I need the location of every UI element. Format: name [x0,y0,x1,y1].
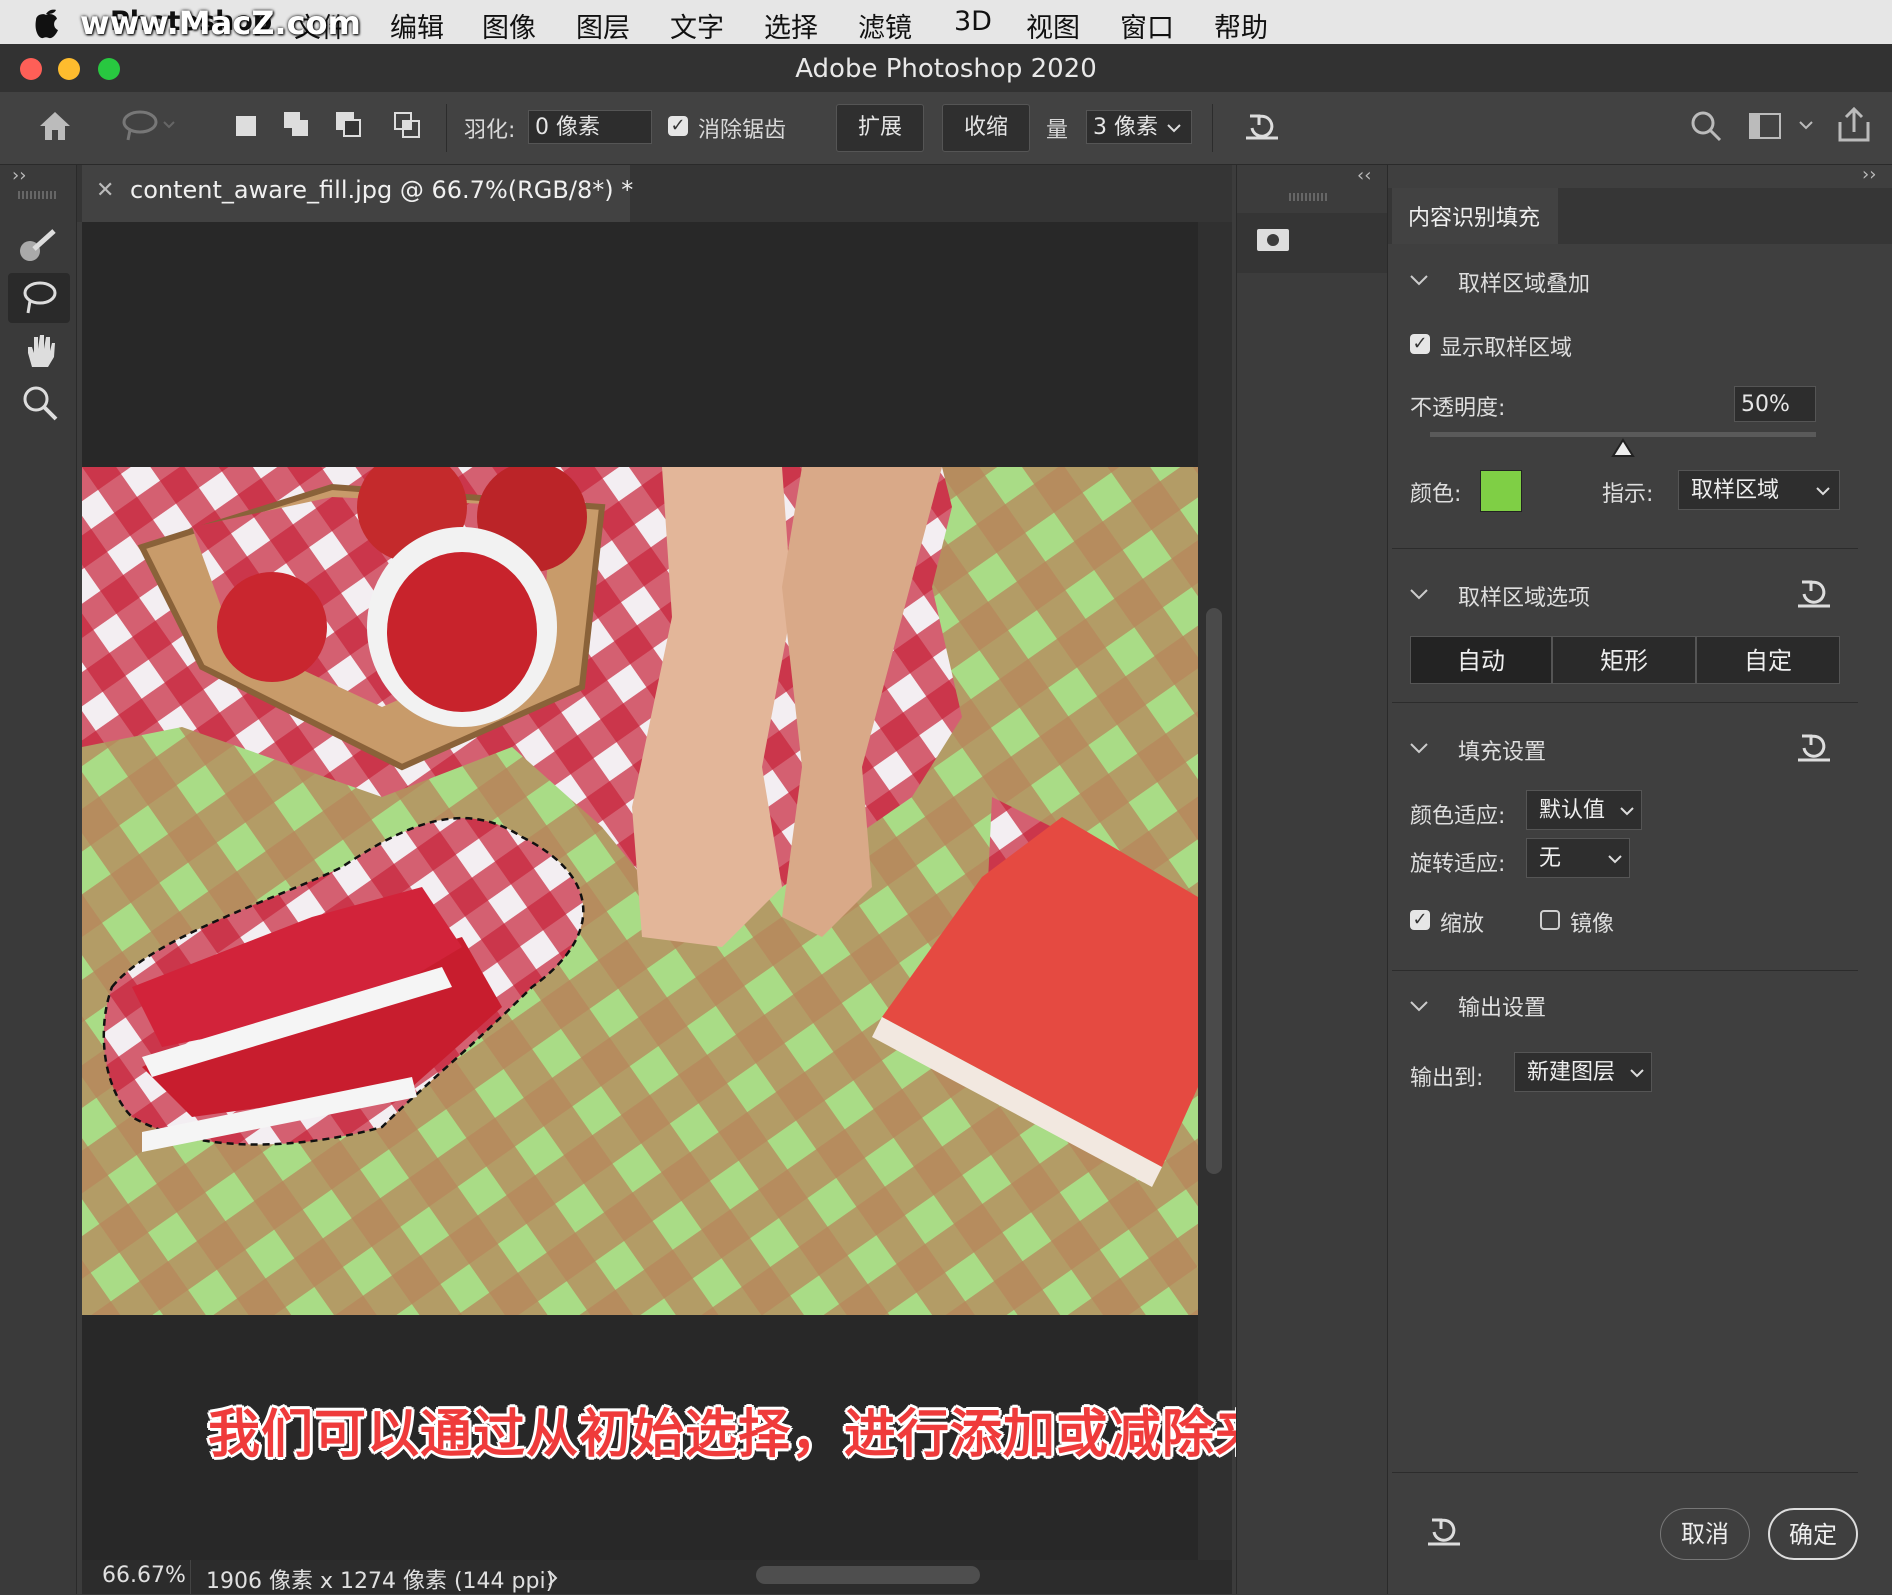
menu-type[interactable]: 文字 [670,6,724,45]
menu-view[interactable]: 视图 [1026,6,1080,45]
chevron-down-icon [1816,487,1830,496]
rotation-adaptation-label: 旋转适应: [1410,852,1506,877]
reset-icon[interactable] [1796,730,1832,764]
feather-label: 羽化: [464,118,516,143]
expand-button[interactable]: 扩展 [836,104,924,152]
tools-panel: ›› [0,165,77,1594]
contract-button[interactable]: 收缩 [942,104,1030,152]
menu-help[interactable]: 帮助 [1214,6,1268,45]
divider [1212,104,1213,152]
chevron-down-icon[interactable] [1408,584,1430,604]
opacity-slider-track[interactable] [1430,432,1816,437]
menu-filter[interactable]: 滤镜 [858,6,912,45]
hand-tool-icon[interactable] [20,331,60,371]
content-aware-fill-panel [1388,165,1892,1594]
chevron-down-icon[interactable] [1164,118,1184,138]
document-info: 1906 像素 x 1274 像素 (144 ppi) [206,1569,555,1594]
sampling-options-title[interactable]: 取样区域选项 [1458,580,1590,612]
chevron-down-icon [1620,807,1634,816]
seg-auto-button[interactable]: 自动 [1410,636,1552,684]
antialias-checkbox[interactable]: ✓ [668,116,688,136]
brush-tool-icon[interactable] [16,225,60,269]
divider [446,104,447,152]
panel-grip[interactable] [18,191,58,199]
collapse-toolbar-icon[interactable]: ›› [12,165,26,186]
reset-icon[interactable] [1796,576,1832,610]
divider [1392,970,1858,971]
opacity-input[interactable]: 50% [1734,386,1816,422]
intersect-selection-icon[interactable] [392,110,424,142]
antialias-label: 消除锯齿 [698,118,787,143]
feather-input[interactable]: 0 像素 [528,110,652,144]
cancel-button[interactable]: 取消 [1660,1508,1750,1560]
chevron-right-icon[interactable] [546,1568,560,1588]
divider [1392,702,1858,703]
zoom-level[interactable]: 66.67% [102,1563,186,1588]
chevron-down-icon [1630,1069,1644,1078]
lasso-tool-preset-icon[interactable] [120,108,180,144]
scale-checkbox[interactable]: ✓ [1410,910,1430,930]
new-selection-icon[interactable] [236,116,256,136]
window-title: Adobe Photoshop 2020 [795,54,1097,84]
vertical-scroll-thumb[interactable] [1206,608,1222,1174]
status-bar: 66.67% 1906 像素 x 1274 像素 (144 ppi) [82,1560,1232,1594]
color-label: 颜色: [1410,482,1462,507]
menu-select[interactable]: 选择 [764,6,818,45]
show-sampling-label: 显示取样区域 [1440,336,1573,361]
opacity-label: 不透明度: [1410,396,1506,421]
overlay-section-title[interactable]: 取样区域叠加 [1458,266,1590,298]
panel-grip[interactable] [1289,193,1329,201]
overlay-color-swatch[interactable] [1480,470,1522,512]
zoom-tool-icon[interactable] [20,383,60,423]
seg-custom-button[interactable]: 自定 [1696,636,1840,684]
chevron-down-icon [1608,855,1622,864]
fill-settings-title[interactable]: 填充设置 [1458,734,1546,766]
ok-button[interactable]: 确定 [1768,1508,1858,1560]
chevron-down-icon[interactable] [1408,738,1430,758]
document-tab-label: content_aware_fill.jpg @ 66.7%(RGB/8*) * [130,176,634,204]
menu-edit[interactable]: 编辑 [390,6,444,45]
indicate-label: 指示: [1602,482,1654,507]
workspace-icon[interactable] [1748,110,1818,142]
menu-3d[interactable]: 3D [954,6,992,37]
reset-icon[interactable] [1244,108,1280,144]
collapse-panel-icon[interactable]: ›› [1862,164,1876,185]
home-icon[interactable] [36,108,74,144]
horizontal-scroll-thumb[interactable] [756,1566,980,1584]
add-to-selection-icon[interactable] [282,110,314,142]
scale-label: 缩放 [1440,912,1485,937]
close-tab-icon[interactable]: ✕ [96,178,114,203]
subtract-from-selection-icon[interactable] [334,110,366,142]
menu-image[interactable]: 图像 [482,6,536,45]
search-icon[interactable] [1690,110,1722,142]
output-settings-title[interactable]: 输出设置 [1458,990,1546,1022]
show-sampling-checkbox[interactable]: ✓ [1410,334,1430,354]
share-icon[interactable] [1836,106,1872,144]
camera-icon[interactable] [1255,223,1291,255]
apple-icon[interactable] [26,4,66,40]
color-adaptation-label: 颜色适应: [1410,804,1506,829]
menu-layer[interactable]: 图层 [576,6,630,45]
expand-panels-icon[interactable]: ‹‹ [1357,165,1371,186]
reset-all-icon[interactable] [1426,1514,1462,1548]
watermark-text: www.MacZ.com [80,4,361,42]
mirror-checkbox[interactable] [1540,910,1560,930]
panel-tab-label: 内容识别填充 [1408,206,1541,231]
amount-label: 量 [1046,118,1069,143]
divider [1392,548,1858,549]
panel-dock: ‹‹ [1236,165,1388,1594]
chevron-down-icon[interactable] [1408,996,1430,1016]
divider [190,1560,191,1594]
options-bar: 羽化: 0 像素 ✓ 消除锯齿 扩展 收缩 量 3 像素 [0,92,1892,260]
seg-rectangle-button[interactable]: 矩形 [1552,636,1696,684]
document-image[interactable] [82,467,1198,1315]
divider [1392,1472,1858,1473]
chevron-down-icon[interactable] [1408,270,1430,290]
menu-window[interactable]: 窗口 [1120,6,1174,45]
opacity-slider-handle[interactable] [1611,438,1635,460]
output-to-label: 输出到: [1410,1066,1484,1091]
lasso-tool-icon [23,281,57,314]
mirror-label: 镜像 [1570,912,1615,937]
